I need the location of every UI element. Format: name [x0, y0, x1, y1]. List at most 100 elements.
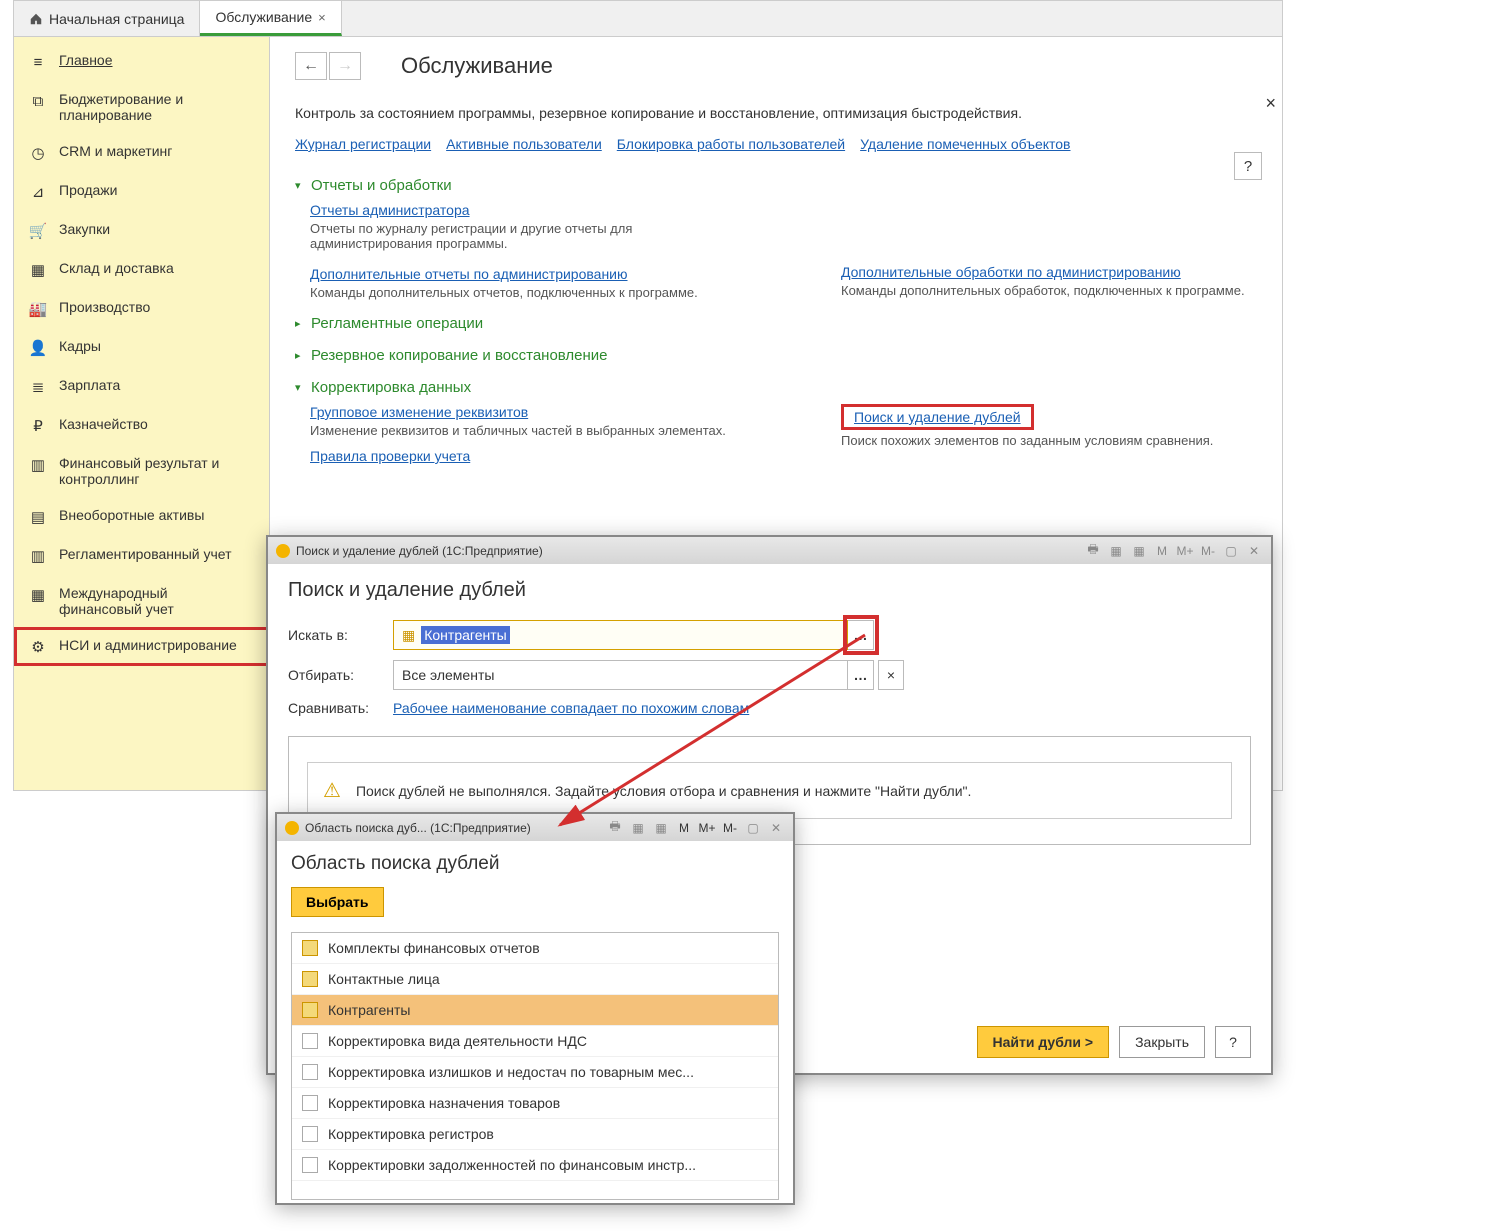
m-plus-icon[interactable]: M+ [698, 819, 716, 837]
chevron-right-icon: ▸ [295, 317, 305, 330]
search-in-input[interactable]: ▦ Контрагенты [393, 620, 848, 650]
filter-value: Все элементы [402, 667, 494, 683]
nav-back-icon[interactable]: ← [295, 52, 327, 80]
top-link-0[interactable]: Журнал регистрации [295, 136, 431, 152]
addl-reports-link[interactable]: Дополнительные отчеты по администрирован… [310, 266, 628, 282]
list-item-label: Контрагенты [328, 1002, 410, 1018]
addl-processing-link[interactable]: Дополнительные обработки по администриро… [841, 264, 1181, 280]
calc-icon-2[interactable]: ▦ [652, 819, 670, 837]
filter-browse-button[interactable]: … [848, 660, 874, 690]
close-icon[interactable]: ✕ [767, 819, 785, 837]
list-item[interactable]: Контактные лица [292, 964, 778, 995]
sidebar-item-12[interactable]: ▥Регламентированный учет [14, 536, 269, 575]
select-button[interactable]: Выбрать [291, 887, 384, 917]
list-item[interactable]: Корректировка регистров [292, 1119, 778, 1150]
admin-reports-link[interactable]: Отчеты администратора [310, 202, 470, 218]
section-reports[interactable]: ▾Отчеты и обработки [295, 177, 1257, 194]
nav-forward-icon[interactable]: → [329, 52, 361, 80]
top-link-1[interactable]: Активные пользователи [446, 136, 602, 152]
sidebar-item-4[interactable]: 🛒Закупки [14, 211, 269, 250]
sidebar-item-11[interactable]: ▤Внеоборотные активы [14, 497, 269, 536]
calc-icon-1[interactable]: ▦ [629, 819, 647, 837]
sidebar-item-14[interactable]: ⚙НСИ и администрирование [14, 627, 269, 666]
list-item-label: Корректировка вида деятельности НДС [328, 1033, 587, 1049]
list-item-label: Корректировка регистров [328, 1126, 494, 1142]
search-in-browse-button[interactable]: … [848, 620, 874, 650]
maximize-icon[interactable]: ▢ [1222, 542, 1240, 560]
sidebar-item-1[interactable]: ⧉ Бюджетирование и планирование [14, 81, 269, 133]
barchart-icon: ▥ [29, 456, 47, 474]
sidebar-item-label: Регламентированный учет [59, 546, 232, 562]
list-item[interactable]: Корректировка излишков и недостач по тов… [292, 1057, 778, 1088]
sidebar-item-3[interactable]: ⊿Продажи [14, 172, 269, 211]
boxes-icon: ▦ [29, 261, 47, 279]
sidebar-item-8[interactable]: ≣ Зарплата [14, 367, 269, 406]
list-item[interactable]: Корректировка назначения товаров [292, 1088, 778, 1119]
page-close-icon[interactable]: × [1265, 93, 1276, 114]
sidebar-item-7[interactable]: 👤Кадры [14, 328, 269, 367]
list-item[interactable]: Комплекты финансовых отчетов [292, 933, 778, 964]
m-minus-icon[interactable]: M- [721, 819, 739, 837]
search-area-list[interactable]: Комплекты финансовых отчетовКонтактные л… [291, 932, 779, 1200]
calc-icon-1[interactable]: ▦ [1107, 542, 1125, 560]
section-backup[interactable]: ▸Резервное копирование и восстановление [295, 347, 1257, 364]
chart-icon: ⧉ [29, 92, 47, 110]
find-duplicates-link[interactable]: Поиск и удаление дублей [854, 409, 1021, 425]
find-duplicates-button[interactable]: Найти дубли > [977, 1026, 1110, 1058]
list-item[interactable]: Корректировка вида деятельности НДС [292, 1026, 778, 1057]
compare-label: Сравнивать: [288, 700, 378, 716]
window-titlebar[interactable]: Поиск и удаление дублей (1С:Предприятие)… [268, 537, 1271, 564]
table-icon [302, 971, 318, 987]
page-help-button[interactable]: ? [1234, 152, 1262, 180]
sidebar-item-2[interactable]: ◷CRM и маркетинг [14, 133, 269, 172]
m-icon[interactable]: M [675, 819, 693, 837]
home-icon [29, 12, 43, 26]
sidebar-item-10[interactable]: ▥Финансовый результат и контроллинг [14, 445, 269, 497]
filter-clear-button[interactable]: × [878, 660, 904, 690]
tab-home[interactable]: Начальная страница [14, 1, 200, 36]
tab-maintenance[interactable]: Обслуживание × [200, 1, 341, 36]
print-icon[interactable]: 🖶 [606, 819, 624, 837]
calc-icon-2[interactable]: ▦ [1130, 542, 1148, 560]
window-titlebar[interactable]: Область поиска дуб... (1С:Предприятие) 🖶… [277, 814, 793, 841]
section-data-correction[interactable]: ▾Корректировка данных [295, 379, 1257, 396]
table-icon [302, 940, 318, 956]
m-plus-icon[interactable]: M+ [1176, 542, 1194, 560]
sidebar-item-9[interactable]: ₽Казначейство [14, 406, 269, 445]
sidebar-item-label: Кадры [59, 338, 101, 354]
sidebar-item-label: Бюджетирование и планирование [59, 91, 254, 123]
filter-input[interactable]: Все элементы [393, 660, 848, 690]
sidebar-item-0[interactable]: ≡Главное [14, 42, 269, 81]
section-scheduled[interactable]: ▸Регламентные операции [295, 315, 1257, 332]
tab-bar: Начальная страница Обслуживание × [14, 1, 1282, 37]
group-edit-link[interactable]: Групповое изменение реквизитов [310, 404, 528, 420]
list-icon: ≣ [29, 378, 47, 396]
help-button[interactable]: ? [1215, 1026, 1251, 1058]
sidebar-item-label: Зарплата [59, 377, 120, 393]
close-icon[interactable]: × [318, 10, 326, 25]
chevron-right-icon: ▸ [295, 349, 305, 362]
sidebar-item-label: Продажи [59, 182, 117, 198]
top-links: Журнал регистрации Активные пользователи Б… [295, 136, 1257, 152]
compare-link[interactable]: Рабочее наименование совпадает по похожи… [393, 700, 749, 716]
sidebar-item-label: Внеоборотные активы [59, 507, 204, 523]
m-icon[interactable]: M [1153, 542, 1171, 560]
sidebar-item-label: НСИ и администрирование [59, 637, 237, 653]
maximize-icon[interactable]: ▢ [744, 819, 762, 837]
sidebar-item-13[interactable]: ▦ Международный финансовый учет [14, 575, 269, 627]
check-rules-link[interactable]: Правила проверки учета [310, 448, 470, 464]
globe-icon: ▦ [29, 586, 47, 604]
sidebar-item-label: Склад и доставка [59, 260, 174, 276]
close-icon[interactable]: ✕ [1245, 542, 1263, 560]
list-item[interactable]: Корректировки задолженностей по финансов… [292, 1150, 778, 1181]
sidebar-item-label: Международный финансовый учет [59, 585, 254, 617]
close-button[interactable]: Закрыть [1119, 1026, 1205, 1058]
top-link-2[interactable]: Блокировка работы пользователей [617, 136, 845, 152]
top-link-3[interactable]: Удаление помеченных объектов [860, 136, 1070, 152]
search-in-value: Контрагенты [421, 626, 509, 644]
print-icon[interactable]: 🖶 [1084, 542, 1102, 560]
sidebar-item-6[interactable]: 🏭Производство [14, 289, 269, 328]
list-item[interactable]: Контрагенты [292, 995, 778, 1026]
m-minus-icon[interactable]: M- [1199, 542, 1217, 560]
sidebar-item-5[interactable]: ▦ Склад и доставка [14, 250, 269, 289]
